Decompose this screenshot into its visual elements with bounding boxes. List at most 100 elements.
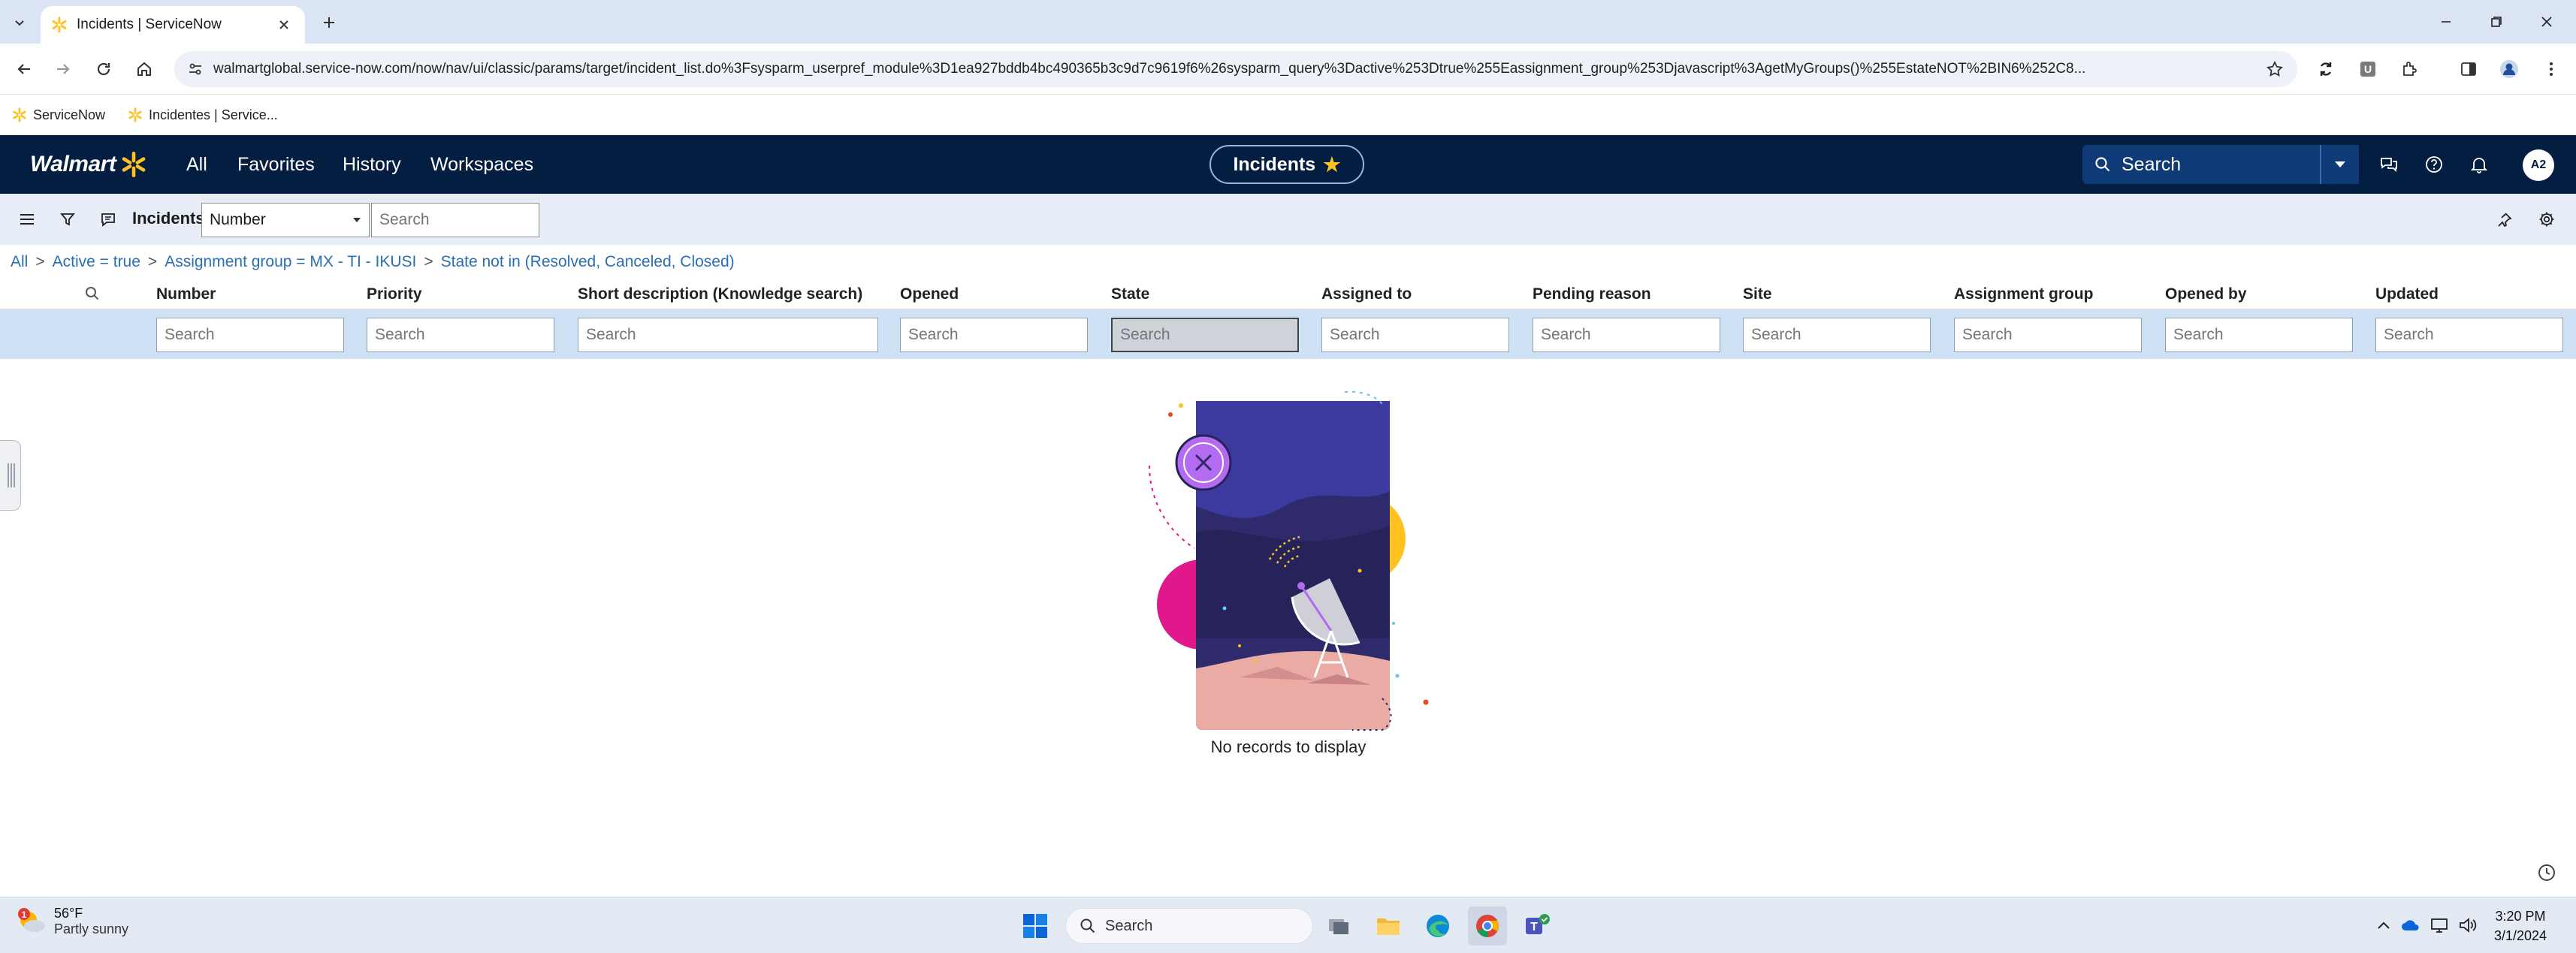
no-records-message: No records to display	[1210, 737, 1367, 756]
edge-browser-icon[interactable]	[1418, 906, 1457, 945]
profile-icon[interactable]	[2496, 56, 2523, 83]
notifications-bell-icon[interactable]	[2466, 151, 2493, 178]
browser-tab-incidents[interactable]: Incidents | ServiceNow	[41, 6, 305, 44]
list-search-input[interactable]	[371, 203, 539, 237]
filter-input-updated[interactable]	[2375, 318, 2563, 352]
nav-workspaces[interactable]: Workspaces	[430, 135, 533, 194]
column-header-assignment-group[interactable]: Assignment group	[1954, 285, 2094, 303]
filter-input-opened-by[interactable]	[2165, 318, 2353, 352]
walmart-logo[interactable]: Walmart	[30, 150, 147, 179]
nav-favorites[interactable]: Favorites	[237, 135, 315, 194]
chat-bubbles-icon[interactable]	[2375, 151, 2402, 178]
column-header-priority[interactable]: Priority	[367, 285, 422, 303]
column-header-site[interactable]: Site	[1743, 285, 1772, 303]
column-header-number[interactable]: Number	[156, 285, 216, 303]
close-tab-icon[interactable]	[273, 14, 294, 35]
breadcrumb-assignment-group[interactable]: Assignment group = MX - TI - IKUSI	[165, 253, 416, 271]
back-arrow-icon[interactable]	[9, 54, 39, 84]
weather-widget[interactable]: 1 56°F Partly sunny	[15, 905, 128, 938]
forward-arrow-icon[interactable]	[48, 54, 78, 84]
column-header-updated[interactable]: Updated	[2375, 285, 2439, 303]
clock-date: 3/1/2024	[2493, 928, 2547, 943]
context-pill[interactable]: Incidents ★	[1209, 145, 1364, 184]
brand-name: Walmart	[30, 152, 116, 176]
new-tab-plus-icon[interactable]	[316, 9, 343, 36]
hamburger-menu-icon[interactable]	[14, 206, 41, 233]
nav-all[interactable]: All	[186, 135, 207, 194]
column-header-state[interactable]: State	[1111, 285, 1149, 303]
onedrive-cloud-icon[interactable]	[2399, 914, 2422, 936]
extension-u-icon[interactable]: U	[2354, 56, 2381, 83]
bookmark-label: Incidentes | Service...	[149, 107, 278, 122]
taskbar-search-label: Search	[1105, 917, 1153, 934]
breadcrumb-all[interactable]: All	[11, 253, 28, 271]
taskbar-clock[interactable]: 3:20 PM 3/1/2024	[2479, 906, 2562, 945]
weather-description: Partly sunny	[54, 921, 129, 936]
filter-input-assigned-to[interactable]	[1321, 318, 1509, 352]
network-icon[interactable]	[2428, 914, 2451, 936]
activity-stream-icon[interactable]	[95, 206, 122, 233]
filter-input-short-description[interactable]	[578, 318, 878, 352]
help-icon[interactable]	[2420, 151, 2448, 178]
nav-history[interactable]: History	[343, 135, 401, 194]
reload-icon[interactable]	[89, 54, 119, 84]
column-header-short-description[interactable]: Short description (Knowledge search)	[578, 285, 862, 303]
no-records-illustration	[1134, 383, 1435, 737]
favorite-star-icon[interactable]: ★	[1323, 153, 1340, 176]
breadcrumb-separator: >	[147, 253, 158, 270]
site-info-icon[interactable]	[188, 62, 203, 77]
teams-icon[interactable]: T	[1518, 906, 1557, 945]
walmart-spark-icon	[128, 107, 143, 122]
filter-funnel-icon[interactable]	[54, 206, 81, 233]
column-header-opened[interactable]: Opened	[900, 285, 959, 303]
info-clock-icon[interactable]	[2536, 862, 2560, 886]
breadcrumb-active[interactable]: Active = true	[53, 253, 140, 271]
filter-input-pending-reason[interactable]	[1533, 318, 1720, 352]
filter-input-state[interactable]	[1111, 318, 1299, 352]
filter-input-site[interactable]	[1743, 318, 1931, 352]
browser-menu-icon[interactable]	[2538, 56, 2565, 83]
filter-input-priority[interactable]	[367, 318, 554, 352]
filter-input-assignment-group[interactable]	[1954, 318, 2142, 352]
servicenow-favicon-icon	[51, 17, 68, 33]
weather-temperature: 56°F	[54, 906, 83, 921]
volume-speaker-icon[interactable]	[2457, 914, 2479, 936]
bookmark-servicenow[interactable]: ServiceNow	[12, 104, 105, 126]
side-panel-icon[interactable]	[2455, 56, 2482, 83]
taskbar-search-box[interactable]: Search	[1065, 908, 1313, 944]
browser-toolbar: walmartglobal.service-now.com/now/nav/ui…	[0, 44, 2576, 95]
filter-input-opened[interactable]	[900, 318, 1088, 352]
extensions-puzzle-icon[interactable]	[2396, 56, 2423, 83]
task-view-icon[interactable]	[1319, 906, 1358, 945]
windows-start-icon[interactable]	[1016, 906, 1055, 945]
show-hidden-icons-chevron-icon[interactable]	[2372, 914, 2395, 936]
filter-input-number[interactable]	[156, 318, 344, 352]
global-search-input[interactable]: Search	[2082, 145, 2359, 184]
search-field-select[interactable]: Number	[201, 203, 370, 237]
column-header-assigned-to[interactable]: Assigned to	[1321, 285, 1412, 303]
extension-sync-icon[interactable]	[2312, 56, 2339, 83]
breadcrumb-separator: >	[35, 253, 45, 270]
bookmark-incidentes[interactable]: Incidentes | Service...	[128, 104, 278, 126]
file-explorer-icon[interactable]	[1369, 906, 1408, 945]
column-search-icon[interactable]	[84, 285, 101, 302]
search-icon	[1080, 918, 1096, 934]
tab-list-chevron-icon[interactable]	[6, 9, 33, 36]
home-icon[interactable]	[129, 54, 159, 84]
personalize-pin-icon[interactable]	[2491, 206, 2518, 233]
list-title: Incidents	[132, 209, 205, 228]
breadcrumb-state[interactable]: State not in (Resolved, Canceled, Closed…	[441, 253, 735, 271]
bookmark-star-icon[interactable]	[2266, 60, 2284, 78]
browser-tab-strip: Incidents | ServiceNow	[0, 0, 2576, 44]
servicenow-header: Walmart All Favorites History Workspaces…	[0, 135, 2576, 194]
side-panel-handle[interactable]	[0, 440, 21, 511]
svg-text:U: U	[2364, 63, 2372, 75]
column-header-pending-reason[interactable]: Pending reason	[1533, 285, 1651, 303]
user-avatar[interactable]: A2	[2523, 149, 2554, 181]
column-header-opened-by[interactable]: Opened by	[2165, 285, 2247, 303]
search-scope-dropdown-icon[interactable]	[2320, 145, 2359, 184]
close-window-icon[interactable]	[2517, 0, 2576, 44]
chrome-browser-icon[interactable]	[1468, 906, 1507, 945]
settings-gear-icon[interactable]	[2533, 206, 2560, 233]
address-bar[interactable]: walmartglobal.service-now.com/now/nav/ui…	[174, 51, 2297, 87]
